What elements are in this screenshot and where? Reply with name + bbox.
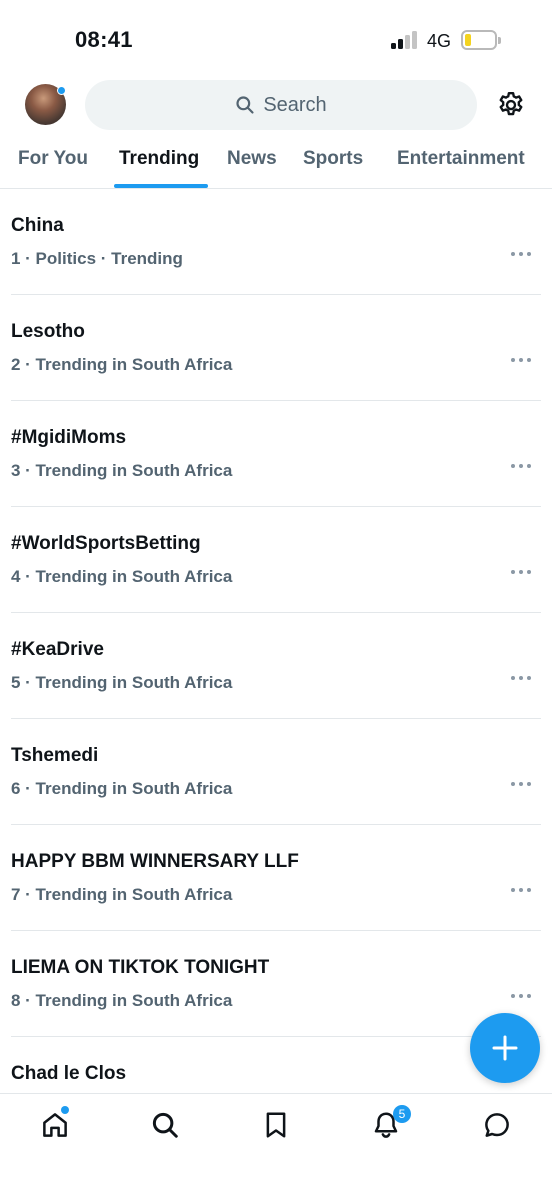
more-icon[interactable] (510, 251, 532, 257)
battery-icon (461, 30, 501, 50)
active-tab-indicator (114, 184, 208, 188)
trend-item[interactable]: HAPPY BBM WINNERSARY LLF 7 · Trending in… (11, 825, 541, 931)
trend-item[interactable]: Tshemedi 6 · Trending in South Africa (11, 719, 541, 825)
home-icon[interactable] (40, 1110, 70, 1140)
trend-meta: 8 · Trending in South Africa (11, 991, 233, 1010)
status-time: 08:41 (75, 27, 133, 52)
battery-fill (465, 34, 471, 46)
trend-name: LIEMA ON TIKTOK TONIGHT (11, 957, 270, 978)
status-bar: 08:41 4G (0, 0, 552, 80)
trend-name: Chad le Clos (11, 1063, 127, 1084)
trend-item[interactable]: Chad le Clos (11, 1037, 541, 1093)
more-icon[interactable] (510, 675, 532, 681)
trend-item[interactable]: #WorldSportsBetting 4 · Trending in Sout… (11, 507, 541, 613)
plus-icon (492, 1035, 518, 1061)
trend-meta: 2 · Trending in South Africa (11, 355, 233, 374)
more-icon[interactable] (510, 781, 532, 787)
search-icon (236, 96, 254, 114)
avatar-notification-dot (57, 86, 66, 95)
trend-name: #KeaDrive (11, 639, 104, 660)
more-icon[interactable] (510, 993, 532, 999)
trend-name: #MgidiMoms (11, 427, 127, 448)
search-placeholder: Search (263, 93, 327, 116)
home-notification-dot (61, 1106, 69, 1114)
trend-item[interactable]: LIEMA ON TIKTOK TONIGHT 8 · Trending in … (11, 931, 541, 1037)
tab-news[interactable]: News (227, 148, 277, 170)
more-icon[interactable] (510, 357, 532, 363)
trend-item[interactable]: Lesotho 2 · Trending in South Africa (11, 295, 541, 401)
more-icon[interactable] (510, 463, 532, 469)
gear-icon[interactable] (496, 90, 526, 120)
tab-sports[interactable]: Sports (303, 148, 363, 170)
signal-icon (391, 31, 419, 49)
trend-name: Tshemedi (11, 745, 99, 766)
network-type: 4G (427, 31, 452, 51)
trend-item[interactable]: China 1 · Politics · Trending (11, 189, 541, 295)
trend-meta: 7 · Trending in South Africa (11, 885, 233, 904)
trend-meta: 3 · Trending in South Africa (11, 461, 233, 480)
tab-for-you[interactable]: For You (18, 148, 88, 170)
notification-badge: 5 (393, 1105, 411, 1123)
top-header: Search (0, 80, 552, 132)
message-icon[interactable] (482, 1110, 512, 1140)
bookmark-icon[interactable] (261, 1110, 291, 1140)
trend-name: HAPPY BBM WINNERSARY LLF (11, 851, 299, 872)
tab-trending[interactable]: Trending (119, 148, 199, 170)
tab-entertainment[interactable]: Entertainment (397, 148, 525, 170)
trend-name: China (11, 215, 64, 236)
trend-meta: 4 · Trending in South Africa (11, 567, 233, 586)
trend-name: Lesotho (11, 321, 85, 342)
trend-meta: 1 · Politics · Trending (11, 249, 183, 268)
search-icon[interactable] (150, 1110, 180, 1140)
trend-meta: 5 · Trending in South Africa (11, 673, 233, 692)
compose-button[interactable] (470, 1013, 540, 1083)
trend-meta: 6 · Trending in South Africa (11, 779, 233, 798)
search-bar[interactable]: Search (85, 80, 477, 130)
trend-name: #WorldSportsBetting (11, 533, 201, 554)
more-icon[interactable] (510, 887, 532, 893)
trend-item[interactable]: #KeaDrive 5 · Trending in South Africa (11, 613, 541, 719)
trend-item[interactable]: #MgidiMoms 3 · Trending in South Africa (11, 401, 541, 507)
more-icon[interactable] (510, 569, 532, 575)
bottom-nav: 5 (0, 1093, 552, 1199)
tab-bar: For You Trending News Sports Entertainme… (0, 138, 552, 189)
